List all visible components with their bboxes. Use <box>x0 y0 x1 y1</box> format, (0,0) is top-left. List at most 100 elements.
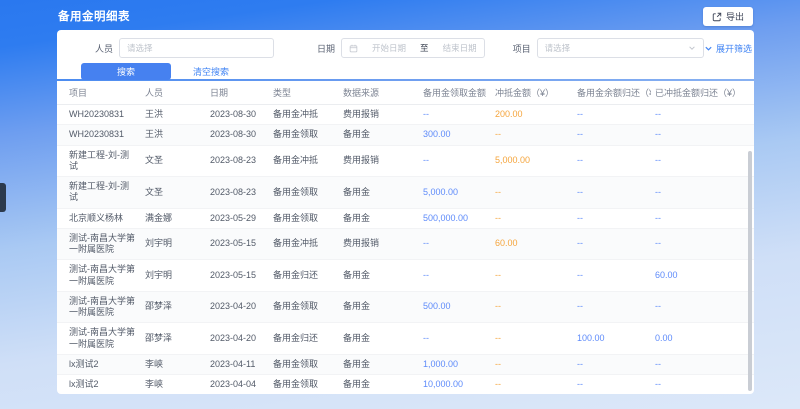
person-filter-input[interactable]: 请选择 <box>119 38 274 58</box>
export-icon <box>712 12 722 22</box>
petty-cash-table: 项目人员日期类型数据来源备用金领取金额（¥）冲抵金额（¥）备用金余额归还（¥）已… <box>57 81 754 394</box>
cell-date: 2023-04-04 <box>206 375 269 395</box>
cell-type: 备用金领取 <box>269 375 339 395</box>
expand-filters-link[interactable]: 展开筛选 <box>704 42 752 55</box>
table-row[interactable]: 测试-南昌大学第一附属医院刘宇明2023-05-15备用金归还备用金------… <box>57 260 754 292</box>
cell-person: 满金娜 <box>141 208 206 228</box>
cell-project: lx测试2 <box>57 375 141 395</box>
cell-type: 备用金冲抵 <box>269 228 339 260</box>
cell-project: 新建工程-刘-测试 <box>57 177 141 209</box>
column-header: 类型 <box>269 81 339 105</box>
cell-offset-return: -- <box>651 177 754 209</box>
cell-balance-return: -- <box>573 105 651 125</box>
cell-received: 1,000.00 <box>419 354 491 374</box>
export-button-label: 导出 <box>726 10 744 23</box>
table-row[interactable]: lx测试2李峡2023-04-11备用金领取备用金1,000.00------ <box>57 354 754 374</box>
cell-type: 备用金归还 <box>269 260 339 292</box>
column-header: 数据来源 <box>339 81 419 105</box>
cell-type: 备用金领取 <box>269 291 339 323</box>
cell-project: WH20230831 <box>57 105 141 125</box>
cell-offset-return: -- <box>651 208 754 228</box>
cell-balance-return: -- <box>573 145 651 177</box>
cell-type: 备用金领取 <box>269 125 339 145</box>
cell-balance-return: 100.00 <box>573 323 651 355</box>
table-row[interactable]: WH20230831王洪2023-08-30备用金领取备用金300.00----… <box>57 125 754 145</box>
table-row[interactable]: 新建工程-刘-测试文圣2023-08-23备用金冲抵费用报销--5,000.00… <box>57 145 754 177</box>
column-header: 项目 <box>57 81 141 105</box>
cell-project: WH20230831 <box>57 125 141 145</box>
cell-source: 费用报销 <box>339 228 419 260</box>
cell-offset-return: -- <box>651 125 754 145</box>
project-filter-placeholder: 请选择 <box>545 42 571 54</box>
cell-date: 2023-04-11 <box>206 354 269 374</box>
cell-person: 邵梦泽 <box>141 323 206 355</box>
cell-received: 5,000.00 <box>419 177 491 209</box>
cell-project: 测试-南昌大学第一附属医院 <box>57 291 141 323</box>
cell-type: 备用金冲抵 <box>269 105 339 125</box>
cell-type: 备用金领取 <box>269 208 339 228</box>
page-title: 备用金明细表 <box>58 8 130 24</box>
cell-offset: 5,000.00 <box>491 145 573 177</box>
cell-offset: -- <box>491 260 573 292</box>
expand-filters-label: 展开筛选 <box>716 42 752 55</box>
cell-source: 备用金 <box>339 354 419 374</box>
cell-project: lx测试2 <box>57 354 141 374</box>
cell-source: 备用金 <box>339 323 419 355</box>
cell-offset: 60.00 <box>491 228 573 260</box>
cell-type: 备用金归还 <box>269 323 339 355</box>
cell-project: 测试-南昌大学第一附属医院 <box>57 228 141 260</box>
cell-offset: -- <box>491 375 573 395</box>
table-row[interactable]: 测试-南昌大学第一附属医院刘宇明2023-05-15备用金冲抵费用报销--60.… <box>57 228 754 260</box>
cell-source: 备用金 <box>339 208 419 228</box>
cell-source: 备用金 <box>339 260 419 292</box>
cell-source: 备用金 <box>339 291 419 323</box>
table-body: WH20230831王洪2023-08-30备用金冲抵费用报销--200.00-… <box>57 105 754 395</box>
cell-balance-return: -- <box>573 260 651 292</box>
cell-date: 2023-05-29 <box>206 208 269 228</box>
project-filter-select[interactable]: 请选择 <box>537 38 704 58</box>
date-range-input[interactable]: 开始日期 至 结束日期 <box>341 38 485 58</box>
cell-offset: -- <box>491 323 573 355</box>
cell-balance-return: -- <box>573 228 651 260</box>
cell-received: -- <box>419 323 491 355</box>
cell-balance-return: -- <box>573 177 651 209</box>
side-drawer-handle[interactable] <box>0 183 6 212</box>
cell-date: 2023-08-30 <box>206 105 269 125</box>
search-button[interactable]: 搜索 <box>81 63 171 80</box>
table-row[interactable]: 新建工程-刘-测试文圣2023-08-23备用金领取备用金5,000.00---… <box>57 177 754 209</box>
cell-person: 李峡 <box>141 375 206 395</box>
cell-date: 2023-08-30 <box>206 125 269 145</box>
cell-received: -- <box>419 228 491 260</box>
cell-offset: 200.00 <box>491 105 573 125</box>
cell-offset: -- <box>491 354 573 374</box>
column-header: 日期 <box>206 81 269 105</box>
cell-received: 10,000.00 <box>419 375 491 395</box>
person-filter-placeholder: 请选择 <box>127 42 153 54</box>
table-row[interactable]: 北京顺义杨林满金娜2023-05-29备用金领取备用金500,000.00---… <box>57 208 754 228</box>
chevron-down-icon <box>704 44 713 53</box>
cell-balance-return: -- <box>573 375 651 395</box>
cell-project: 新建工程-刘-测试 <box>57 145 141 177</box>
table-row[interactable]: WH20230831王洪2023-08-30备用金冲抵费用报销--200.00-… <box>57 105 754 125</box>
cell-offset: -- <box>491 208 573 228</box>
cell-balance-return: -- <box>573 354 651 374</box>
table-row[interactable]: 测试-南昌大学第一附属医院邵梦泽2023-04-20备用金领取备用金500.00… <box>57 291 754 323</box>
cell-person: 王洪 <box>141 105 206 125</box>
cell-offset-return: -- <box>651 291 754 323</box>
table-row[interactable]: 测试-南昌大学第一附属医院邵梦泽2023-04-20备用金归还备用金----10… <box>57 323 754 355</box>
cell-offset-return: -- <box>651 145 754 177</box>
cell-date: 2023-05-15 <box>206 260 269 292</box>
export-button[interactable]: 导出 <box>703 7 753 26</box>
cell-date: 2023-08-23 <box>206 145 269 177</box>
cell-offset-return: -- <box>651 105 754 125</box>
cell-source: 备用金 <box>339 375 419 395</box>
table-row[interactable]: lx测试2李峡2023-04-04备用金领取备用金10,000.00------ <box>57 375 754 395</box>
clear-search-link[interactable]: 清空搜索 <box>193 65 229 78</box>
cell-offset-return: -- <box>651 354 754 374</box>
filter-panel: 人员 请选择 日期 开始日期 至 结束日期 项目 请选择 <box>57 30 754 79</box>
cell-type: 备用金领取 <box>269 354 339 374</box>
cell-person: 刘宇明 <box>141 228 206 260</box>
cell-offset-return: -- <box>651 228 754 260</box>
table-scrollbar[interactable] <box>748 151 752 391</box>
cell-balance-return: -- <box>573 125 651 145</box>
